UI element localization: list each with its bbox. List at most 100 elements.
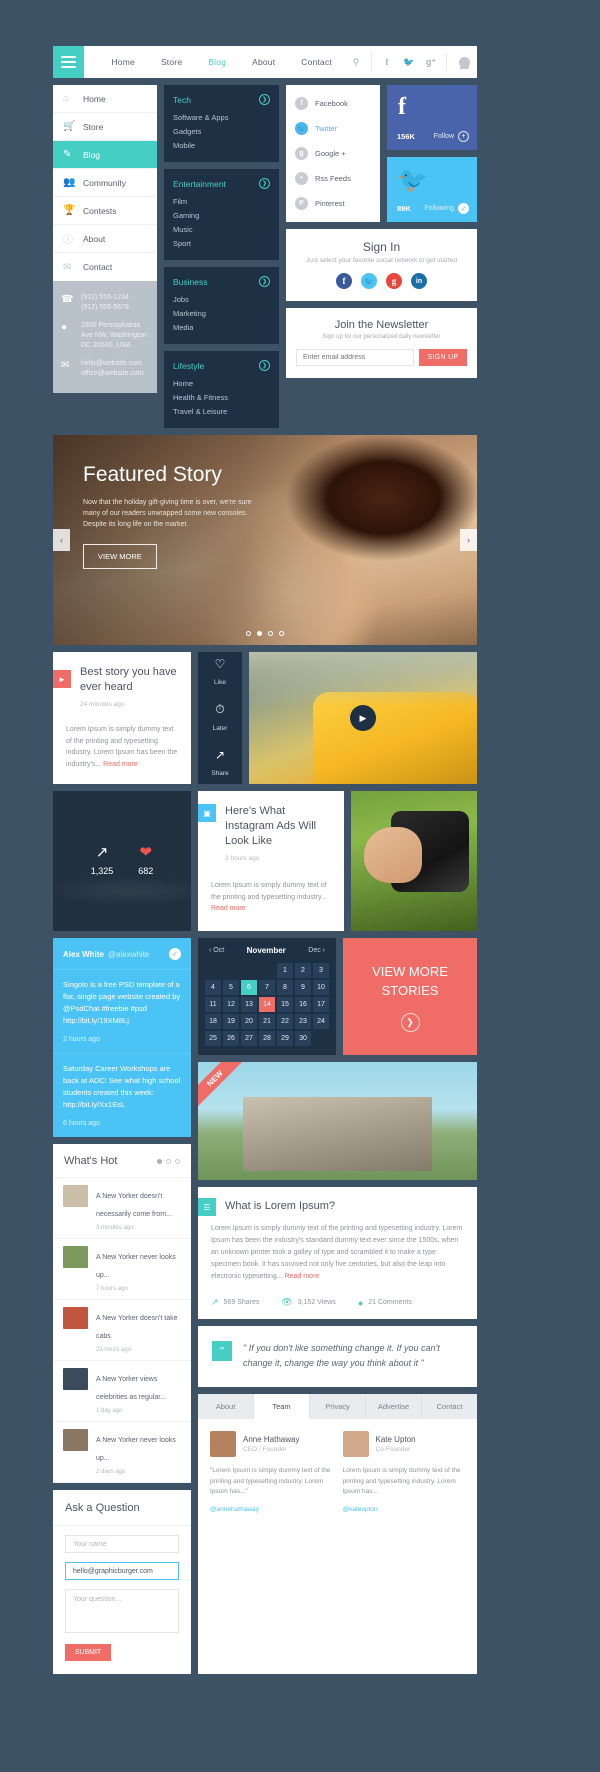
submenu-item[interactable]: Media <box>164 320 279 334</box>
email-field[interactable]: hello@graphicburger.com <box>65 1562 179 1580</box>
slider-dot[interactable] <box>246 631 251 636</box>
social-item-facebook[interactable]: f Facebook <box>286 91 380 116</box>
sidebar-item-contact[interactable]: ✉ Contact <box>53 253 157 281</box>
social-item-googleplus[interactable]: g Google + <box>286 141 380 166</box>
instagram-photo[interactable] <box>351 791 477 931</box>
calendar-day[interactable]: 22 <box>277 1014 293 1029</box>
hamburger-icon[interactable] <box>53 46 85 78</box>
list-item[interactable]: A New Yorker never looks up... 2 days ago <box>53 1422 191 1483</box>
chevron-right-icon[interactable]: ❯ <box>259 94 270 105</box>
signin-linkedin-button[interactable]: in <box>411 273 427 289</box>
calendar-day[interactable]: 28 <box>259 1031 275 1046</box>
calendar-day[interactable]: 26 <box>223 1031 239 1046</box>
calendar-day[interactable]: 10 <box>313 980 329 995</box>
slider-prev-button[interactable]: ‹ <box>53 529 70 551</box>
nav-link-blog[interactable]: Blog <box>195 57 239 67</box>
calendar-day[interactable]: 17 <box>313 997 329 1012</box>
calendar-day[interactable]: 8 <box>277 980 293 995</box>
dot[interactable] <box>175 1158 180 1164</box>
new-photo-card[interactable]: NEW <box>198 1062 477 1180</box>
submenu-item[interactable]: Mobile <box>164 138 279 152</box>
tweet-item[interactable]: Saturday Career Workshops are back at AD… <box>53 1053 191 1137</box>
submenu-title[interactable]: Business <box>173 277 208 287</box>
submenu-item[interactable]: Software & Apps <box>164 110 279 124</box>
tab-privacy[interactable]: Privacy <box>310 1394 366 1419</box>
dot-active[interactable] <box>157 1158 162 1164</box>
calendar-day[interactable]: 20 <box>241 1014 257 1029</box>
calendar-day[interactable]: 7 <box>259 980 275 995</box>
calendar-day[interactable]: 4 <box>205 980 221 995</box>
googleplus-icon[interactable]: g⁺ <box>420 57 442 68</box>
calendar-day[interactable]: 1 <box>277 963 293 978</box>
submenu-item[interactable]: Jobs <box>164 292 279 306</box>
submenu-item[interactable]: Health & Fitness <box>164 390 279 404</box>
tab-contact[interactable]: Contact <box>422 1394 477 1419</box>
chevron-right-icon[interactable]: ❯ <box>259 360 270 371</box>
search-icon[interactable]: ⚲ <box>345 57 367 68</box>
chevron-right-icon[interactable]: ❯ <box>259 178 270 189</box>
sidebar-item-home[interactable]: ⌂ Home <box>53 85 157 113</box>
newsletter-signup-button[interactable]: SIGN UP <box>419 349 467 366</box>
arrow-right-icon[interactable]: ❯ <box>400 1012 420 1032</box>
list-item[interactable]: A New Yorker never looks up... 7 hours ag… <box>53 1239 191 1300</box>
user-avatar-icon[interactable] <box>451 56 477 69</box>
read-more-link[interactable]: Read more <box>103 761 138 768</box>
nav-link-home[interactable]: Home <box>98 57 147 67</box>
list-item[interactable]: A New Yorker doesn't take cabs 23 hours a… <box>53 1300 191 1361</box>
social-item-twitter[interactable]: 🐦 Twitter <box>286 116 380 141</box>
calendar-day[interactable]: 13 <box>241 997 257 1012</box>
chevron-right-icon[interactable]: ❯ <box>259 276 270 287</box>
facebook-icon[interactable]: f <box>376 57 398 67</box>
read-more-link[interactable]: Read more <box>211 905 246 912</box>
calendar-day[interactable]: 2 <box>295 963 311 978</box>
calendar-day[interactable]: 30 <box>295 1031 311 1046</box>
video-story-title[interactable]: Best story you have ever heard <box>66 665 178 695</box>
tab-about[interactable]: About <box>198 1394 254 1419</box>
submenu-item[interactable]: Gadgets <box>164 124 279 138</box>
member-handle[interactable]: @annehathaway <box>210 1506 333 1513</box>
list-item[interactable]: A New Yorker doesn't necessarily come fr… <box>53 1178 191 1239</box>
signin-twitter-button[interactable]: 🐦 <box>361 273 377 289</box>
view-more-stories-card[interactable]: VIEW MORE STORIES ❯ <box>343 938 477 1055</box>
submit-button[interactable]: SUBMIT <box>65 1644 111 1661</box>
twitter-icon[interactable]: 🐦 <box>398 57 420 68</box>
dot[interactable] <box>166 1158 171 1164</box>
calendar-day[interactable]: 9 <box>295 980 311 995</box>
submenu-item[interactable]: Film <box>164 194 279 208</box>
calendar-day[interactable]: 21 <box>259 1014 275 1029</box>
social-item-rss[interactable]: ◓ Rss Feeds <box>286 166 380 191</box>
tab-advertise[interactable]: Advertise <box>366 1394 422 1419</box>
signin-googleplus-button[interactable]: g <box>386 273 402 289</box>
nav-link-about[interactable]: About <box>239 57 288 67</box>
submenu-item[interactable]: Home <box>164 376 279 390</box>
name-field[interactable]: Your name <box>65 1535 179 1553</box>
slider-next-button[interactable]: › <box>460 529 477 551</box>
twitter-follow-tile[interactable]: 🐦 89K Following ✓ <box>387 157 477 222</box>
newsletter-email-input[interactable] <box>296 349 414 366</box>
submenu-title[interactable]: Tech <box>173 95 191 105</box>
submenu-item[interactable]: Music <box>164 222 279 236</box>
calendar-day-selected[interactable]: 14 <box>259 997 275 1012</box>
calendar-day[interactable]: 23 <box>295 1014 311 1029</box>
calendar-day[interactable]: 27 <box>241 1031 257 1046</box>
calendar-prev-button[interactable]: ‹ Oct <box>209 947 224 954</box>
calendar-day[interactable]: 19 <box>223 1014 239 1029</box>
nav-link-store[interactable]: Store <box>148 57 195 67</box>
calendar-day[interactable]: 15 <box>277 997 293 1012</box>
calendar-day[interactable]: 5 <box>223 980 239 995</box>
facebook-follow-tile[interactable]: f 156K Follow + <box>387 85 477 150</box>
sidebar-item-community[interactable]: 👥 Community <box>53 169 157 197</box>
sidebar-item-about[interactable]: ⓘ About <box>53 225 157 253</box>
slider-dot[interactable] <box>268 631 273 636</box>
submenu-item[interactable]: Travel & Leisure <box>164 404 279 418</box>
calendar-day[interactable]: 3 <box>313 963 329 978</box>
signin-facebook-button[interactable]: f <box>336 273 352 289</box>
calendar-day[interactable]: 18 <box>205 1014 221 1029</box>
check-icon[interactable]: ✓ <box>458 203 469 214</box>
submenu-item[interactable]: Gaming <box>164 208 279 222</box>
tweet-item[interactable]: Singolo is a free PSD template of a flat… <box>53 969 191 1053</box>
read-more-link[interactable]: Read more <box>285 1273 320 1280</box>
like-action[interactable]: ♡ Like <box>214 657 226 689</box>
share-action[interactable]: ↗ Share <box>211 748 228 780</box>
submenu-title[interactable]: Entertainment <box>173 179 226 189</box>
